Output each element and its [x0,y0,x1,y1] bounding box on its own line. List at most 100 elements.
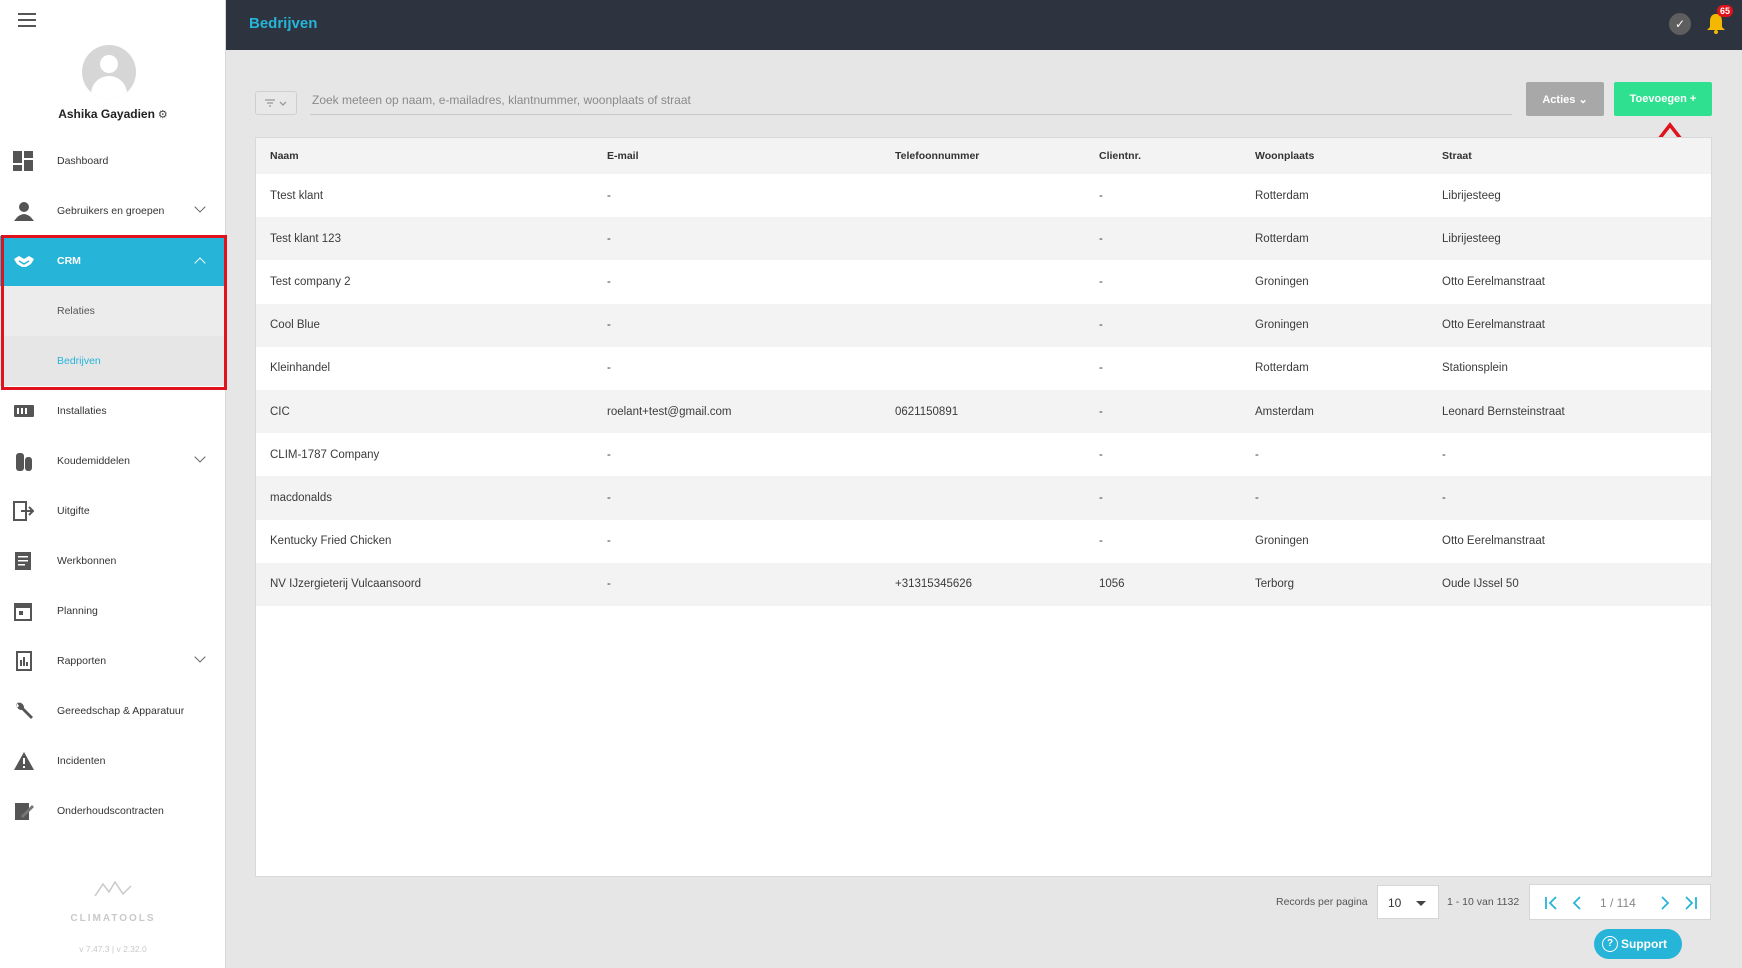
sidebar-item-label: Dashboard [57,155,109,167]
sidebar: Ashika Gayadien ⚙ Dashboard Gebruikers en… [0,0,227,968]
sidebar-item-uitgifte[interactable]: Uitgifte [0,486,226,536]
sidebar-item-gereedschap[interactable]: Gereedschap & Apparatuur [0,686,226,736]
support-button[interactable]: ? Support [1594,929,1682,959]
avatar[interactable] [82,45,136,99]
table-cell: 1056 [1099,578,1125,591]
filter-button[interactable] [255,91,297,115]
sidebar-menu: Dashboard Gebruikers en groepen CRM Rela… [0,136,226,836]
table-cell: Librijesteeg [1442,232,1501,245]
top-bar: Bedrijven ✓ 65 [226,0,1742,50]
table-row[interactable]: CLIM-1787 Company - - - - [256,433,1711,476]
sidebar-item-label: CRM [57,255,81,267]
hamburger-menu-icon[interactable] [18,13,36,27]
sidebar-item-users-groups[interactable]: Gebruikers en groepen [0,186,226,236]
table-cell: Ttest klant [270,189,324,202]
table-cell: Otto Eerelmanstraat [1442,535,1545,548]
table-cell: +31315345626 [895,578,973,591]
table-cell: Stationsplein [1442,362,1508,375]
help-icon: ? [1602,936,1618,952]
table-cell: roelant+test@gmail.com [607,405,732,418]
sidebar-item-label: Incidenten [57,755,106,767]
column-header[interactable]: Naam [256,138,593,174]
gear-icon[interactable]: ⚙ [158,109,168,121]
table-cell: Amsterdam [1255,405,1314,418]
chevron-down-icon[interactable] [194,651,206,663]
sidebar-item-installaties[interactable]: Installaties [0,386,226,436]
previous-page-icon[interactable] [1568,893,1586,913]
column-header[interactable]: Clientnr. [1085,138,1241,174]
next-page-icon[interactable] [1656,893,1674,913]
toevoegen-button[interactable]: Toevoegen + [1614,82,1712,116]
sidebar-item-label: Rapporten [57,655,107,667]
check-icon[interactable]: ✓ [1669,13,1691,35]
records-per-page-select[interactable]: 10 [1377,885,1439,919]
table-cell: CLIM-1787 Company [270,448,380,461]
sidebar-item-label: Werkbonnen [57,555,117,567]
table-cell: Terborg [1255,578,1294,591]
handshake-icon [14,256,34,267]
table-cell: - [607,232,611,245]
table-cell [881,260,1085,303]
table-row[interactable]: macdonalds - - - - [256,476,1711,520]
table-cell [881,476,1085,519]
companies-table-card: Naam E-mail Telefoonnummer Clientnr. Woonpla… [255,137,1712,877]
chevron-down-icon[interactable] [194,201,206,213]
sidebar-item-onderhoudscontracten[interactable]: Onderhoudscontracten [0,786,226,836]
exit-icon [13,501,35,521]
notification-badge: 65 [1716,5,1733,17]
table-cell: Kleinhandel [270,362,331,375]
table-row[interactable]: CIC roelant+test@gmail.com 0621150891 - Amst… [256,389,1711,434]
brand-name: CLIMATOOLS [70,913,156,924]
table-cell: Oude IJssel 50 [1442,578,1519,591]
support-label: Support [1621,937,1667,951]
acties-button[interactable]: Acties ⌄ [1526,82,1604,116]
user-name[interactable]: Ashika Gayadien ⚙ [0,107,226,121]
chevron-up-icon[interactable] [194,257,206,269]
sidebar-item-werkbonnen[interactable]: Werkbonnen [0,536,226,586]
sidebar-item-koudemiddelen[interactable]: Koudemiddelen [0,436,226,486]
table-cell: - [1099,362,1103,375]
table-cell: Kentucky Fried Chicken [270,535,392,548]
table-row[interactable]: Ttest klant - - Rotterdam Librijesteeg [256,174,1711,217]
table-cell: 0621150891 [895,405,959,418]
version-text: v 7.47.3 | v 2.32.0 [79,944,147,954]
user-icon [14,202,34,221]
table-cell: - [607,362,611,375]
table-row[interactable]: Kentucky Fried Chicken - - Groningen Otto Ee… [256,520,1711,563]
column-header[interactable]: E-mail [593,138,881,174]
caret-down-icon [1416,901,1426,906]
table-row[interactable]: Kleinhandel - - Rotterdam Stationsplein [256,347,1711,390]
table-row[interactable]: NV IJzergieterij Vulcaansoord - +313153456… [256,562,1711,606]
wrench-icon [16,702,33,719]
table-cell: - [1442,491,1446,504]
table-cell: - [607,319,611,332]
chevron-down-icon[interactable] [194,451,206,463]
sidebar-item-crm[interactable]: CRM [0,236,226,286]
sidebar-item-label: Planning [57,605,98,617]
warning-icon [14,752,34,770]
table-cell: CIC [270,405,290,418]
sidebar-item-label: Onderhoudscontracten [57,805,164,817]
table-cell: - [1099,189,1103,202]
records-range: 1 - 10 van 1132 [1447,896,1520,908]
table-cell: - [1099,319,1103,332]
column-header[interactable]: Woonplaats [1241,138,1428,174]
first-page-icon[interactable] [1542,893,1560,913]
sidebar-subitem-relaties[interactable]: Relaties [0,286,226,336]
column-header[interactable]: Telefoonnummer [881,138,1085,174]
sidebar-subitem-bedrijven[interactable]: Bedrijven [0,336,226,386]
search-input[interactable] [310,85,1512,115]
column-header[interactable]: Straat [1428,138,1711,174]
last-page-icon[interactable] [1682,893,1700,913]
table-row[interactable]: Cool Blue - - Groningen Otto Eerelmanstraat [256,303,1711,347]
sidebar-item-rapporten[interactable]: Rapporten [0,636,226,686]
table-row[interactable]: Test company 2 - - Groningen Otto Eerelmanst… [256,260,1711,303]
records-per-page-label: Records per pagina [1276,896,1368,908]
climatools-logo-icon [94,880,132,897]
table-row[interactable]: Test klant 123 - - Rotterdam Librijesteeg [256,217,1711,261]
table-cell [881,174,1085,217]
sidebar-item-incidenten[interactable]: Incidenten [0,736,226,786]
table-cell: Leonard Bernsteinstraat [1442,405,1565,418]
sidebar-item-planning[interactable]: Planning [0,586,226,636]
sidebar-item-dashboard[interactable]: Dashboard [0,136,226,186]
